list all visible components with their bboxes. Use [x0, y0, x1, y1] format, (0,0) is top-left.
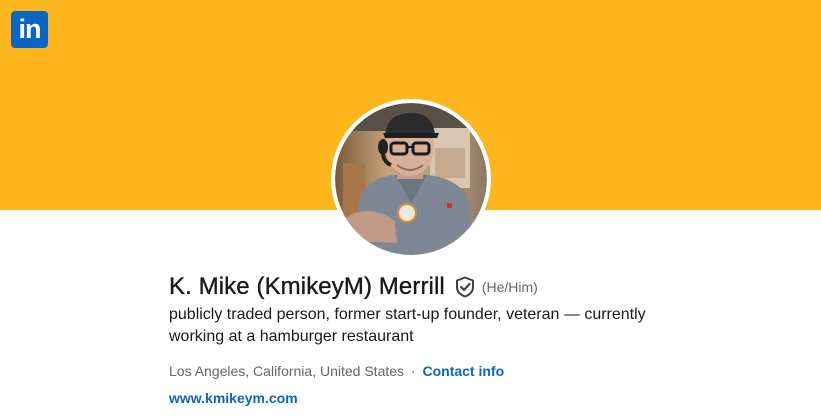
profile-page: in K. Mike (KmikeyM) Merrill (He/Him) pu…: [0, 0, 821, 419]
profile-intro: K. Mike (KmikeyM) Merrill (He/Him) publi…: [169, 270, 729, 409]
profile-headline: publicly traded person, former start-up …: [169, 306, 646, 345]
name-row: K. Mike (KmikeyM) Merrill (He/Him): [169, 270, 729, 304]
avatar[interactable]: [331, 99, 491, 259]
profile-name: K. Mike (KmikeyM) Merrill: [169, 273, 445, 300]
contact-info-link[interactable]: Contact info: [422, 363, 504, 379]
website-link[interactable]: www.kmikeym.com: [169, 387, 729, 409]
linkedin-logo-icon[interactable]: in: [11, 11, 48, 48]
pronouns: (He/Him): [481, 279, 538, 295]
verified-shield-icon[interactable]: [455, 276, 475, 298]
location-text: Los Angeles, California, United States: [169, 363, 405, 379]
location-row: Los Angeles, California, United States ·…: [169, 360, 729, 382]
separator-dot: ·: [410, 363, 416, 379]
avatar-photo: [335, 103, 487, 255]
